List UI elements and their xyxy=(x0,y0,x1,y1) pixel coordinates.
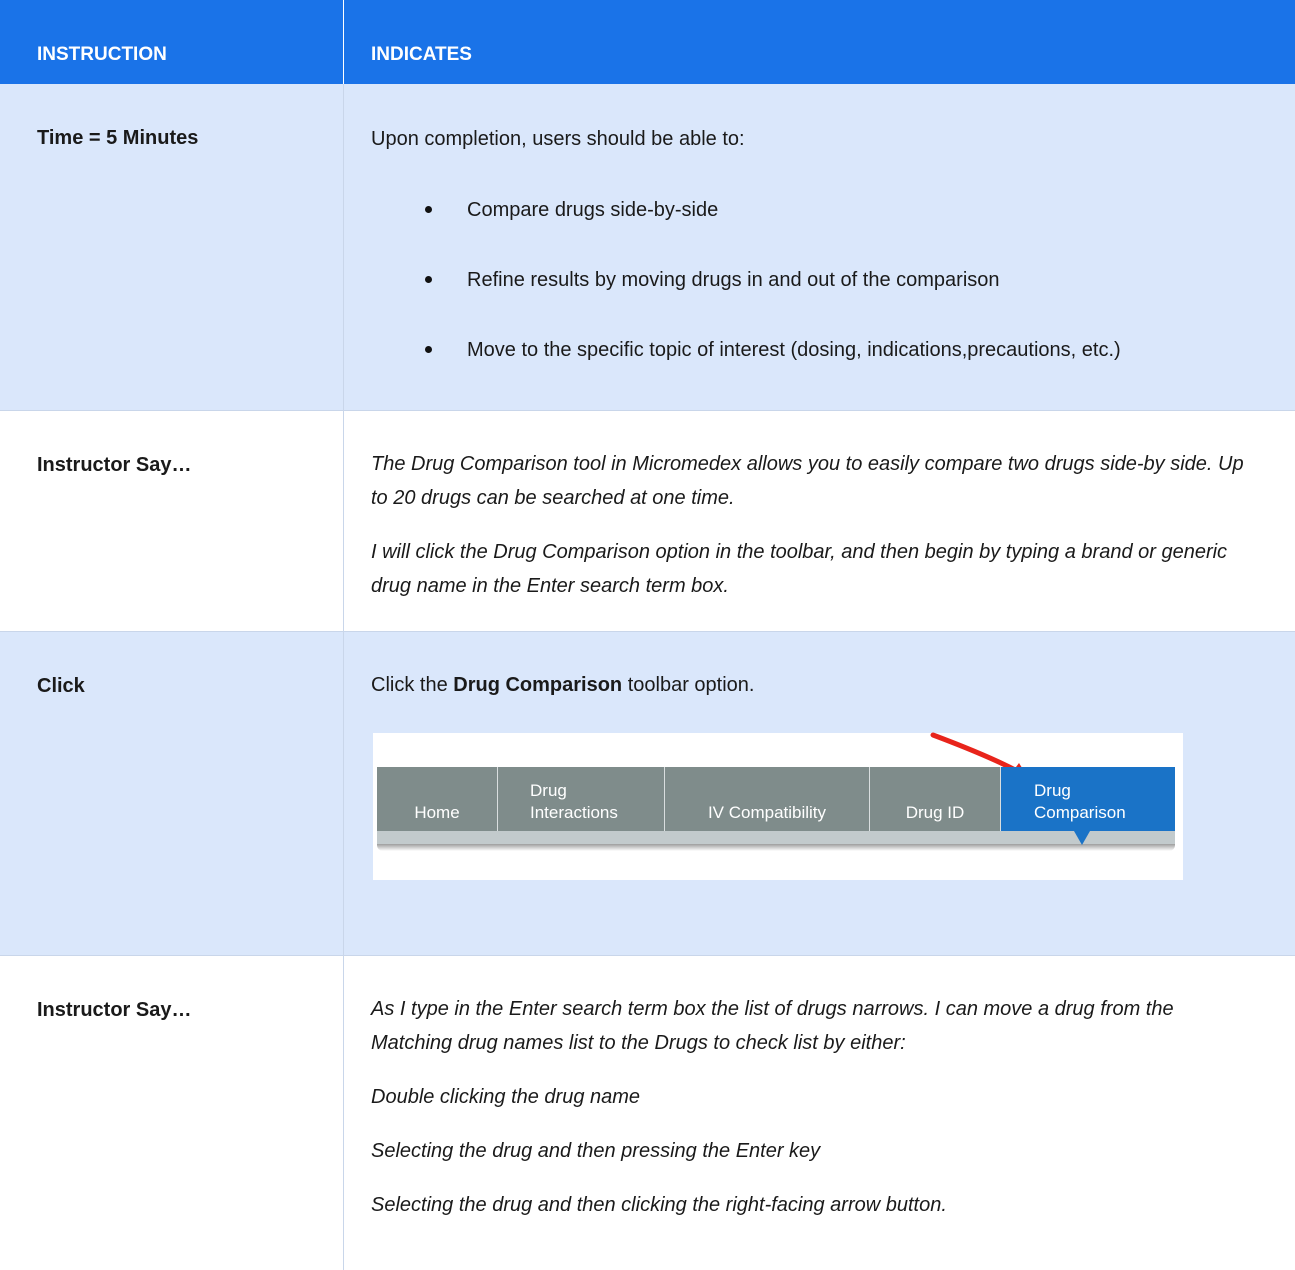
header-instruction: INSTRUCTION xyxy=(37,44,167,65)
toolbar-home-label: Home xyxy=(414,803,460,822)
header-indicates: INDICATES xyxy=(371,44,472,65)
row-instruction-text: Click the Drug Comparison toolbar option… xyxy=(371,668,1255,702)
list-item-text: Refine results by moving drugs in and ou… xyxy=(467,269,1000,291)
toolbar-label-line2: Comparison xyxy=(1034,803,1126,822)
toolbar-drug-comparison[interactable]: Drug Comparison xyxy=(1001,767,1175,845)
toolbar-home[interactable]: Home xyxy=(377,767,498,831)
lesson-table: INSTRUCTION INDICATES Time = 5 Minutes U… xyxy=(0,0,1295,1270)
toolbar-screenshot: Home Drug Interactions IV Compatibility … xyxy=(373,732,1183,880)
active-pointer-icon xyxy=(1074,831,1090,845)
table-header-row: INSTRUCTION INDICATES xyxy=(0,0,1295,84)
script-paragraph: Double clicking the drug name xyxy=(371,1086,641,1108)
instruction-text: Click the xyxy=(371,674,454,696)
row-script: The Drug Comparison tool in Micromedex a… xyxy=(371,447,1255,603)
table-row: Instructor Say… The Drug Comparison tool… xyxy=(0,411,1295,632)
script-paragraph: As I type in the Enter search term box t… xyxy=(371,998,1174,1054)
column-divider xyxy=(343,632,344,955)
objectives-list: Compare drugs side-by-side Refine result… xyxy=(425,193,1255,367)
bullet-icon xyxy=(425,206,432,213)
script-paragraph: Selecting the drug and then pressing the… xyxy=(371,1140,821,1162)
toolbar-iv-label: IV Compatibility xyxy=(707,803,827,822)
list-item-text: Compare drugs side-by-side xyxy=(467,199,719,221)
toolbar-strip xyxy=(377,830,1175,844)
toolbar-drug-interactions[interactable]: Drug Interactions xyxy=(498,767,665,831)
instruction-text: toolbar option. xyxy=(622,674,755,696)
toolbar-label-line1: Drug xyxy=(1034,781,1071,800)
row-intro-text: Upon completion, users should be able to… xyxy=(371,128,745,150)
script-paragraph: I will click the Drug Comparison option … xyxy=(371,541,1228,597)
instruction-text-bold: Drug Comparison xyxy=(453,674,623,696)
toolbar-label-line2: Interactions xyxy=(530,803,618,822)
script-paragraph: The Drug Comparison tool in Micromedex a… xyxy=(371,453,1244,509)
toolbar-drug-id-label: Drug ID xyxy=(905,803,965,822)
list-item: Compare drugs side-by-side xyxy=(425,193,1255,227)
toolbar-iv-compatibility[interactable]: IV Compatibility xyxy=(665,767,870,831)
column-divider xyxy=(343,84,344,410)
list-item: Refine results by moving drugs in and ou… xyxy=(425,263,1255,297)
row-instruction: Instructor Say… xyxy=(37,999,192,1021)
table-row: Instructor Say… As I type in the Enter s… xyxy=(0,956,1295,1270)
toolbar: Home Drug Interactions IV Compatibility … xyxy=(377,767,1175,845)
list-item: Move to the specific topic of interest (… xyxy=(425,333,1255,367)
bullet-icon xyxy=(425,346,432,353)
script-paragraph: Selecting the drug and then clicking the… xyxy=(371,1194,947,1216)
row-script: As I type in the Enter search term box t… xyxy=(371,992,1255,1222)
row-instruction: Click xyxy=(37,675,85,697)
toolbar-label-line1: Drug xyxy=(530,781,567,800)
bullet-icon xyxy=(425,276,432,283)
column-divider xyxy=(343,411,344,631)
column-divider xyxy=(343,0,344,84)
row-instruction: Instructor Say… xyxy=(37,454,192,476)
list-item-text: Move to the specific topic of interest (… xyxy=(467,339,1121,361)
table-row: Time = 5 Minutes Upon completion, users … xyxy=(0,84,1295,411)
toolbar-drug-id[interactable]: Drug ID xyxy=(870,767,1001,831)
column-divider xyxy=(343,956,344,1270)
row-instruction: Time = 5 Minutes xyxy=(37,127,199,149)
